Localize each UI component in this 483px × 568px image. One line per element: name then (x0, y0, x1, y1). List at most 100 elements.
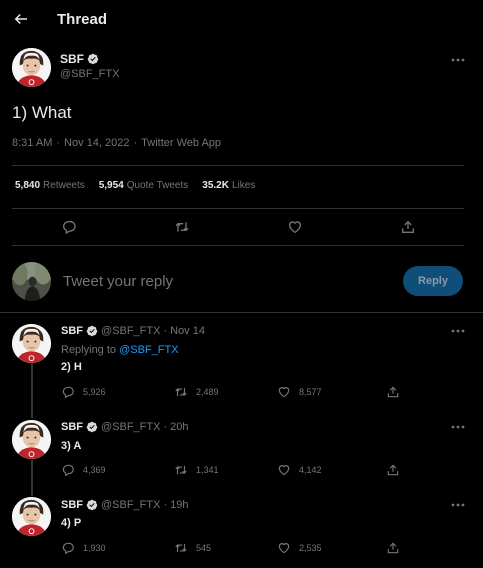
retweet-action[interactable]: 545 (174, 541, 211, 555)
retweet-icon[interactable] (174, 219, 190, 235)
header-separator: · (163, 325, 168, 337)
author-handle[interactable]: @SBF_FTX (101, 325, 160, 337)
tweet-time[interactable]: 8:31 AM (12, 137, 52, 149)
reply-button[interactable]: Reply (403, 266, 463, 296)
tweet-source: Twitter Web App (141, 137, 222, 149)
retweet-action[interactable]: 1,341 (174, 463, 219, 477)
like-icon[interactable] (277, 385, 291, 399)
tweet-time[interactable]: 20h (170, 421, 188, 433)
like-action[interactable]: 4,142 (277, 463, 322, 477)
like-icon[interactable] (277, 463, 291, 477)
author-name[interactable]: SBF (61, 499, 83, 511)
tweet-actions: 5,926 2,489 8,577 (61, 385, 421, 401)
current-user-avatar (12, 262, 51, 301)
avatar[interactable] (12, 324, 51, 363)
retweet-count: 2,489 (196, 387, 219, 397)
thread-line (31, 460, 33, 496)
author-handle[interactable]: @SBF_FTX (101, 499, 160, 511)
avatar[interactable] (12, 497, 51, 536)
reply-icon[interactable] (61, 463, 75, 477)
share-icon[interactable] (386, 463, 400, 477)
author-name-row[interactable]: SBF (60, 52, 99, 66)
share-icon[interactable] (400, 219, 416, 235)
more-icon[interactable] (451, 503, 465, 507)
share-action[interactable] (386, 541, 400, 555)
divider (0, 312, 483, 313)
avatar[interactable] (12, 420, 51, 459)
author-name[interactable]: SBF (61, 325, 83, 337)
author-name[interactable]: SBF (61, 421, 83, 433)
tweet-meta: 8:31 AM · Nov 14, 2022 · Twitter Web App (12, 137, 221, 149)
reply-icon[interactable] (61, 385, 75, 399)
reply-count: 1,930 (83, 543, 106, 553)
like-count: 8,577 (299, 387, 322, 397)
tweet-text: 1) What (12, 103, 72, 122)
avatar[interactable] (12, 48, 51, 87)
tweet-text: 4) P (61, 517, 82, 529)
replying-prefix: Replying to (61, 344, 117, 356)
likes-count: 35.2K (202, 180, 229, 191)
like-count: 4,142 (299, 465, 322, 475)
tweet-text: 3) A (61, 440, 82, 452)
quotes-label: Quote Tweets (126, 180, 189, 191)
author-handle[interactable]: @SBF_FTX (60, 68, 119, 80)
retweets-stat[interactable]: 5,840 Retweets (15, 180, 85, 191)
tweet-text: 2) H (61, 361, 82, 373)
like-action[interactable]: 2,535 (277, 541, 322, 555)
reply-action[interactable]: 1,930 (61, 541, 106, 555)
retweets-count: 5,840 (15, 180, 41, 191)
tweet-header: SBF @SBF_FTX · 20h (61, 421, 188, 433)
author-handle[interactable]: @SBF_FTX (101, 421, 160, 433)
share-icon[interactable] (386, 541, 400, 555)
replying-to: Replying to @SBF_FTX (61, 344, 179, 356)
like-icon[interactable] (277, 541, 291, 555)
divider (12, 208, 464, 209)
tweet-date[interactable]: Nov 14, 2022 (64, 137, 129, 149)
share-action[interactable] (386, 385, 400, 399)
meta-separator: · (133, 137, 138, 149)
tweet-header: SBF @SBF_FTX · 19h (61, 499, 188, 511)
tweet-time[interactable]: 19h (170, 499, 188, 511)
retweet-icon[interactable] (174, 541, 188, 555)
author-name[interactable]: SBF (60, 52, 84, 66)
verified-badge-icon (86, 325, 98, 337)
divider (12, 165, 464, 166)
retweet-icon[interactable] (174, 385, 188, 399)
retweet-count: 545 (196, 543, 212, 553)
tweet-header: SBF @SBF_FTX · Nov 14 (61, 325, 205, 337)
retweets-label: Retweets (43, 180, 85, 191)
reply-action[interactable]: 4,369 (61, 463, 106, 477)
tweet-stats: 5,840 Retweets 5,954 Quote Tweets 35.2K Lik… (15, 180, 255, 191)
more-icon[interactable] (451, 329, 465, 333)
thread-line (31, 363, 33, 418)
like-icon[interactable] (287, 219, 303, 235)
more-icon[interactable] (451, 425, 465, 429)
tweet-actions: 4,369 1,341 4,142 (61, 463, 421, 479)
retweet-count: 1,341 (196, 465, 219, 475)
back-arrow-icon[interactable] (12, 10, 30, 28)
header-separator: · (163, 499, 168, 511)
reply-icon[interactable] (61, 541, 75, 555)
quotes-count: 5,954 (98, 180, 124, 191)
top-header: Thread (0, 0, 483, 40)
quotes-stat[interactable]: 5,954 Quote Tweets (99, 180, 189, 191)
retweet-action[interactable]: 2,489 (174, 385, 219, 399)
verified-badge-icon (86, 499, 98, 511)
reply-icon[interactable] (61, 219, 77, 235)
share-icon[interactable] (386, 385, 400, 399)
share-action[interactable] (386, 463, 400, 477)
divider (12, 245, 464, 246)
verified-badge-icon (86, 421, 98, 433)
more-icon[interactable] (451, 58, 465, 62)
reply-count: 4,369 (83, 465, 106, 475)
meta-separator: · (56, 137, 61, 149)
reply-input[interactable]: Tweet your reply (63, 273, 173, 290)
replying-to-handle[interactable]: @SBF_FTX (119, 344, 178, 356)
tweet-time[interactable]: Nov 14 (170, 325, 205, 337)
reply-action[interactable]: 5,926 (61, 385, 106, 399)
like-action[interactable]: 8,577 (277, 385, 322, 399)
reply-count: 5,926 (83, 387, 106, 397)
retweet-icon[interactable] (174, 463, 188, 477)
tweet-actions: 1,930 545 2,535 (61, 541, 421, 557)
likes-stat[interactable]: 35.2K Likes (202, 180, 255, 191)
